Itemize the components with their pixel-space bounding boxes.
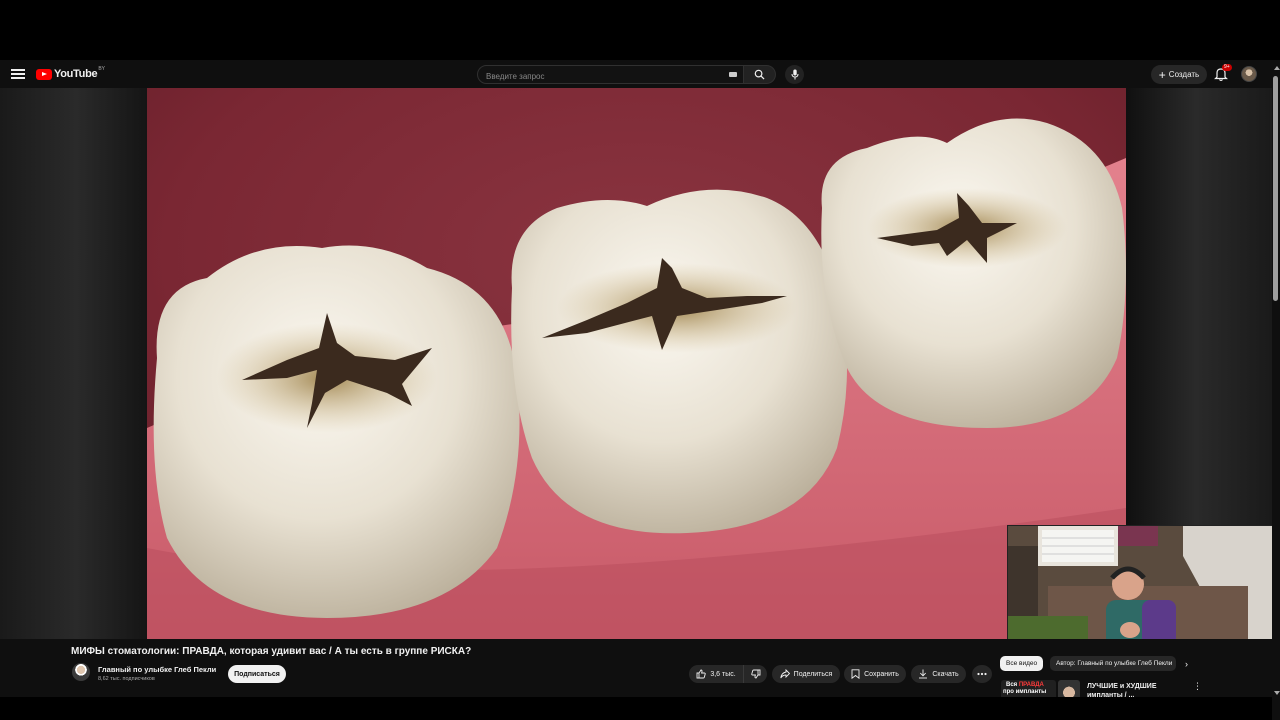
tooth-left [153,245,520,618]
tooth-right [821,118,1126,428]
thumbnail-text-line2: про импланты [1003,689,1047,695]
scroll-up-arrow-icon[interactable] [1274,66,1280,70]
download-button[interactable]: Скачать [911,665,966,683]
save-label: Сохранить [864,670,899,678]
masthead: YouTube BY + Создать 9+ [0,60,1280,88]
account-avatar[interactable] [1241,66,1257,82]
like-button[interactable]: 3,6 тыс. [689,665,743,683]
subscriber-count: 8,62 тыс. подписчиков [98,676,155,682]
like-count: 3,6 тыс. [710,670,736,678]
recommendation-thumbnail[interactable]: Вся ПРАВДА про импланты [1001,680,1056,698]
save-button[interactable]: Сохранить [844,665,906,683]
video-title: МИФЫ стоматологии: ПРАВДА, которая удиви… [71,646,472,657]
menu-icon[interactable] [11,67,25,81]
channel-avatar[interactable] [72,663,90,681]
recommendation-title-line1: ЛУЧШИЕ и ХУДШИЕ [1087,683,1157,690]
search-icon [754,69,765,80]
thumbnail-text-b: ПРАВДА [1018,682,1044,688]
like-icon [696,669,706,679]
search-input[interactable] [478,68,718,85]
download-label: Скачать [932,670,959,678]
scrollbar-thumb[interactable] [1273,76,1278,301]
channel-name[interactable]: Главный по улыбке Глеб Пекли [98,665,216,674]
top-black-band [0,0,1280,60]
create-button[interactable]: + Создать [1151,65,1207,84]
voice-search-button[interactable] [785,65,804,84]
create-label: Создать [1168,70,1200,79]
youtube-logo[interactable]: YouTube BY [36,66,105,81]
logo-text: YouTube [54,68,98,80]
more-icon [977,672,987,676]
teeth-illustration [147,88,1126,639]
dislike-button[interactable] [743,665,767,683]
share-label: Поделиться [793,670,833,678]
scroll-down-arrow-icon[interactable] [1274,691,1280,695]
logo-region: BY [98,66,105,72]
notification-badge: 9+ [1222,64,1232,71]
dislike-icon [750,669,760,679]
search-box [477,65,744,85]
chip-author[interactable]: Автор: Главный по улыбке Глеб Пекли [1050,656,1176,671]
subscribe-button[interactable]: Подписаться [228,665,286,683]
thumbnail-text-a: Вся [1006,682,1018,688]
download-icon [919,669,928,679]
thumbnail-text-line1: Вся ПРАВДА [1006,682,1044,688]
video-player[interactable] [0,88,1273,674]
more-actions-button[interactable] [972,665,992,683]
search-button[interactable] [744,65,776,84]
plus-icon: + [1158,67,1166,82]
recommendation-thumbnail-face[interactable] [1058,680,1080,698]
bottom-black-band [0,697,1272,720]
video-frame[interactable] [147,88,1126,639]
chevron-right-icon[interactable]: › [1185,659,1188,669]
keyboard-icon[interactable] [729,72,737,77]
share-icon [780,669,790,679]
share-button[interactable]: Поделиться [772,665,840,683]
recommendation-more-icon[interactable]: ⋮ [1193,681,1202,692]
chip-all-videos[interactable]: Все видео [1000,656,1044,671]
save-icon [851,669,860,679]
mic-icon [791,69,798,80]
tooth-middle [511,189,847,534]
youtube-logo-icon [36,68,52,80]
